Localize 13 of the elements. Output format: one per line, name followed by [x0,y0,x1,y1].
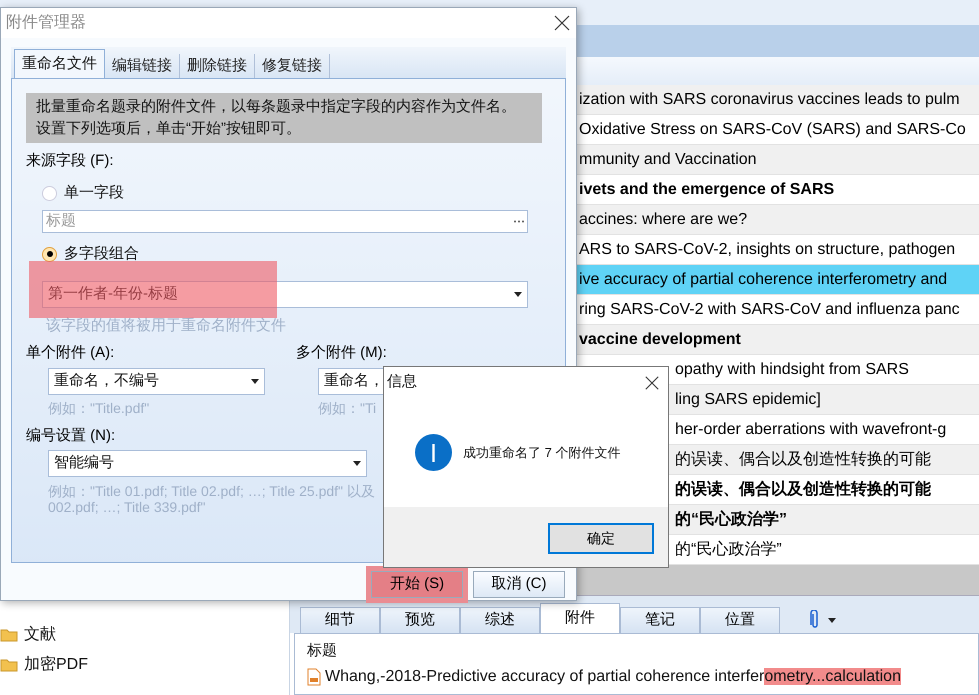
field-label: 来源字段 (F): [26,151,114,171]
example-text: 例如："Title 01.pdf; Title 02.pdf; …; Title 25.pdf" 以及 002.pdf; …; Title 339.pdf" [47,482,376,514]
window-title: 附件管理器 [6,13,86,33]
field-label: 编号设置 (N): [26,426,116,446]
radio-label: 多字段组合 [64,244,139,264]
example-text: 例如："Title.pdf" [47,398,150,418]
hint-text: 该字段的值将被用于重命名附件文件 [46,316,286,336]
window-title: 信息 [387,372,417,392]
radio-label: 单一字段 [64,182,124,203]
field-label: 单个附件 (A): [26,342,116,362]
message-text: 成功重命名了 7 个附件文件 [463,444,620,462]
example-text: 例如："Ti [317,398,378,418]
column-header: 标题 [307,641,338,661]
